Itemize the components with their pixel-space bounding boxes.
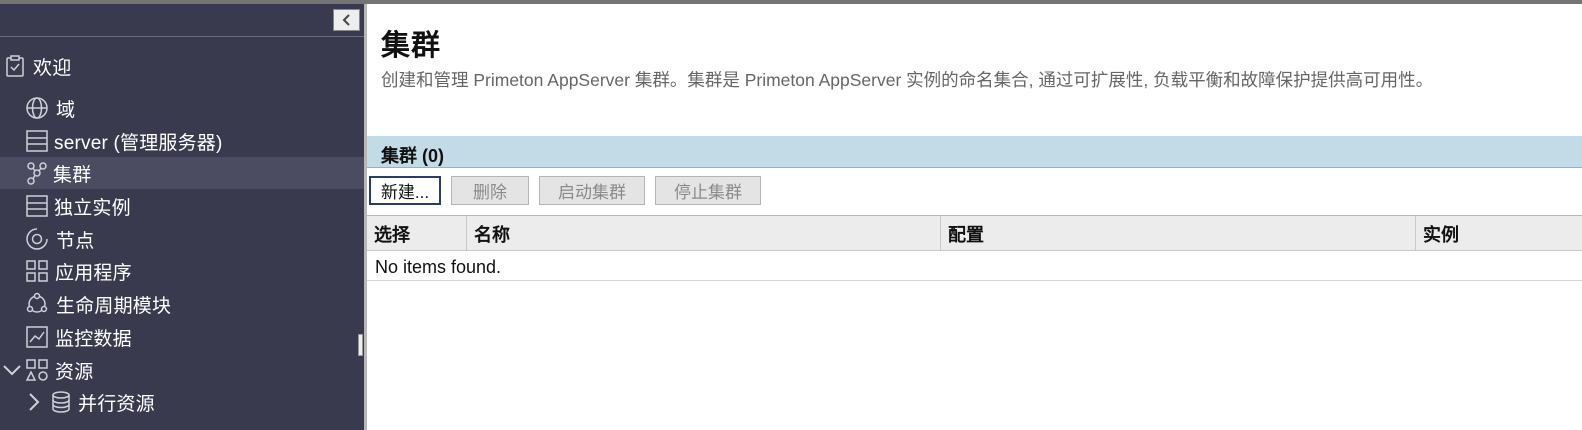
- sidebar-item-standalone-instances[interactable]: 独立实例: [0, 190, 364, 222]
- page-description: 创建和管理 Primeton AppServer 集群。集群是 Primeton…: [381, 70, 1434, 90]
- page-title: 集群: [381, 30, 442, 62]
- new-cluster-button[interactable]: 新建...: [369, 176, 441, 205]
- sidebar-item-label: 监控数据: [55, 328, 132, 350]
- column-header-name[interactable]: 名称: [467, 216, 941, 251]
- sidebar-scrollbar-thumb[interactable]: [358, 334, 363, 356]
- sidebar-item-monitoring-data[interactable]: 监控数据: [0, 321, 364, 353]
- main-content: 集群 创建和管理 Primeton AppServer 集群。集群是 Prime…: [367, 4, 1582, 430]
- section-title: 集群 (0): [381, 146, 444, 166]
- navigation-sidebar: 欢迎 域 server (管理服务器) 集群 独立实例 节点 应用程序 生命周期…: [0, 4, 364, 430]
- server-icon: [25, 129, 49, 153]
- sidebar-item-concurrent-resources[interactable]: 并行资源: [0, 386, 364, 418]
- clusters-section-header: 集群 (0): [367, 136, 1582, 168]
- delete-button[interactable]: 删除: [451, 176, 529, 205]
- sidebar-item-nodes[interactable]: 节点: [0, 223, 364, 255]
- clipboard-check-icon: [3, 54, 27, 78]
- lifecycle-icon: [25, 292, 49, 316]
- sidebar-item-label: 集群: [53, 164, 92, 186]
- table-row: No items found.: [367, 252, 1582, 281]
- cluster-icon: [25, 161, 49, 185]
- chart-icon: [25, 325, 49, 349]
- empty-table-message: No items found.: [375, 257, 502, 277]
- column-header-instances[interactable]: 实例: [1416, 216, 1582, 251]
- sidebar-item-lifecycle-modules[interactable]: 生命周期模块: [0, 288, 364, 320]
- database-icon: [49, 390, 73, 414]
- sidebar-item-label: server (管理服务器): [54, 132, 223, 154]
- column-header-config[interactable]: 配置: [941, 216, 1416, 251]
- chevron-down-icon[interactable]: [0, 358, 24, 382]
- chevron-right-icon[interactable]: [21, 390, 45, 414]
- column-header-select[interactable]: 选择: [367, 216, 467, 251]
- resources-icon: [25, 358, 49, 382]
- sidebar-item-label: 节点: [56, 230, 95, 252]
- sidebar-item-applications[interactable]: 应用程序: [0, 255, 364, 287]
- stop-cluster-button[interactable]: 停止集群: [655, 176, 761, 205]
- start-cluster-button[interactable]: 启动集群: [539, 176, 645, 205]
- server-icon: [25, 194, 49, 218]
- sidebar-item-resources[interactable]: 资源: [0, 354, 364, 386]
- sidebar-item-label: 生命周期模块: [56, 295, 172, 317]
- sidebar-divider: [0, 36, 364, 37]
- apps-grid-icon: [25, 259, 49, 283]
- sidebar-item-welcome[interactable]: 欢迎: [0, 50, 364, 82]
- sidebar-item-label: 应用程序: [55, 262, 132, 284]
- sidebar-item-label: 资源: [55, 361, 94, 383]
- sidebar-item-clusters[interactable]: 集群: [0, 157, 364, 189]
- collapse-sidebar-button[interactable]: [333, 9, 360, 31]
- chevron-left-icon: [342, 14, 350, 26]
- globe-icon: [25, 96, 49, 120]
- sidebar-item-label: 并行资源: [78, 393, 155, 415]
- node-icon: [25, 227, 49, 251]
- clusters-table-header: 选择 名称 配置 实例: [367, 216, 1582, 251]
- sidebar-item-label: 域: [56, 99, 76, 121]
- sidebar-item-label: 欢迎: [33, 57, 72, 79]
- sidebar-item-server[interactable]: server (管理服务器): [0, 125, 364, 157]
- sidebar-item-domain[interactable]: 域: [0, 92, 364, 124]
- sidebar-item-label: 独立实例: [54, 197, 131, 219]
